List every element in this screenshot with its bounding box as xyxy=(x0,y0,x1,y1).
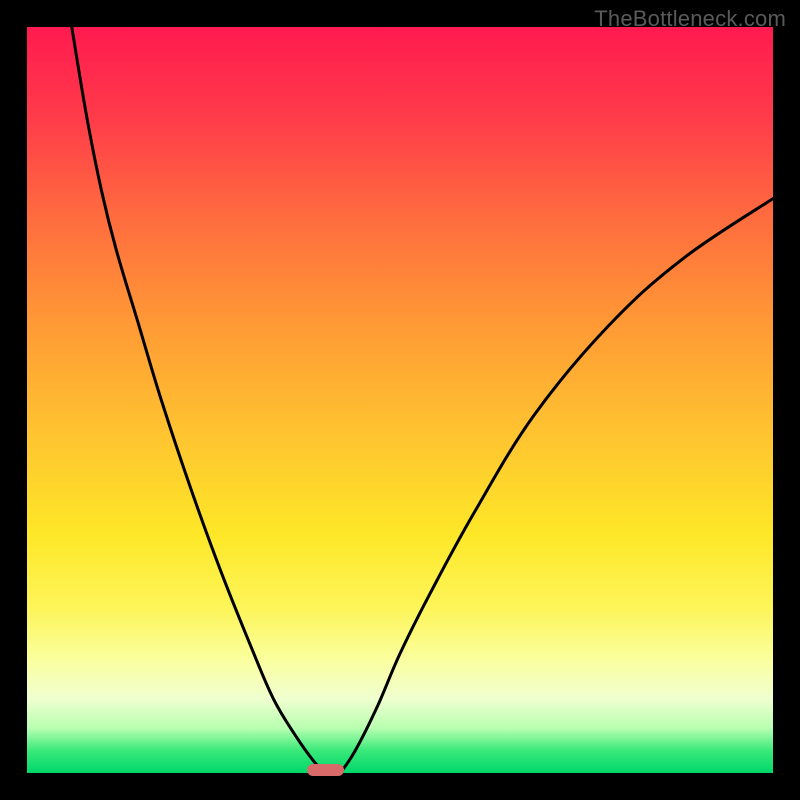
right-branch-curve xyxy=(340,199,773,773)
minimum-marker xyxy=(307,764,344,776)
plot-area xyxy=(27,27,773,773)
left-branch-curve xyxy=(72,27,326,773)
chart-container: TheBottleneck.com xyxy=(0,0,800,800)
watermark-text: TheBottleneck.com xyxy=(594,6,786,32)
curve-svg xyxy=(27,27,773,773)
